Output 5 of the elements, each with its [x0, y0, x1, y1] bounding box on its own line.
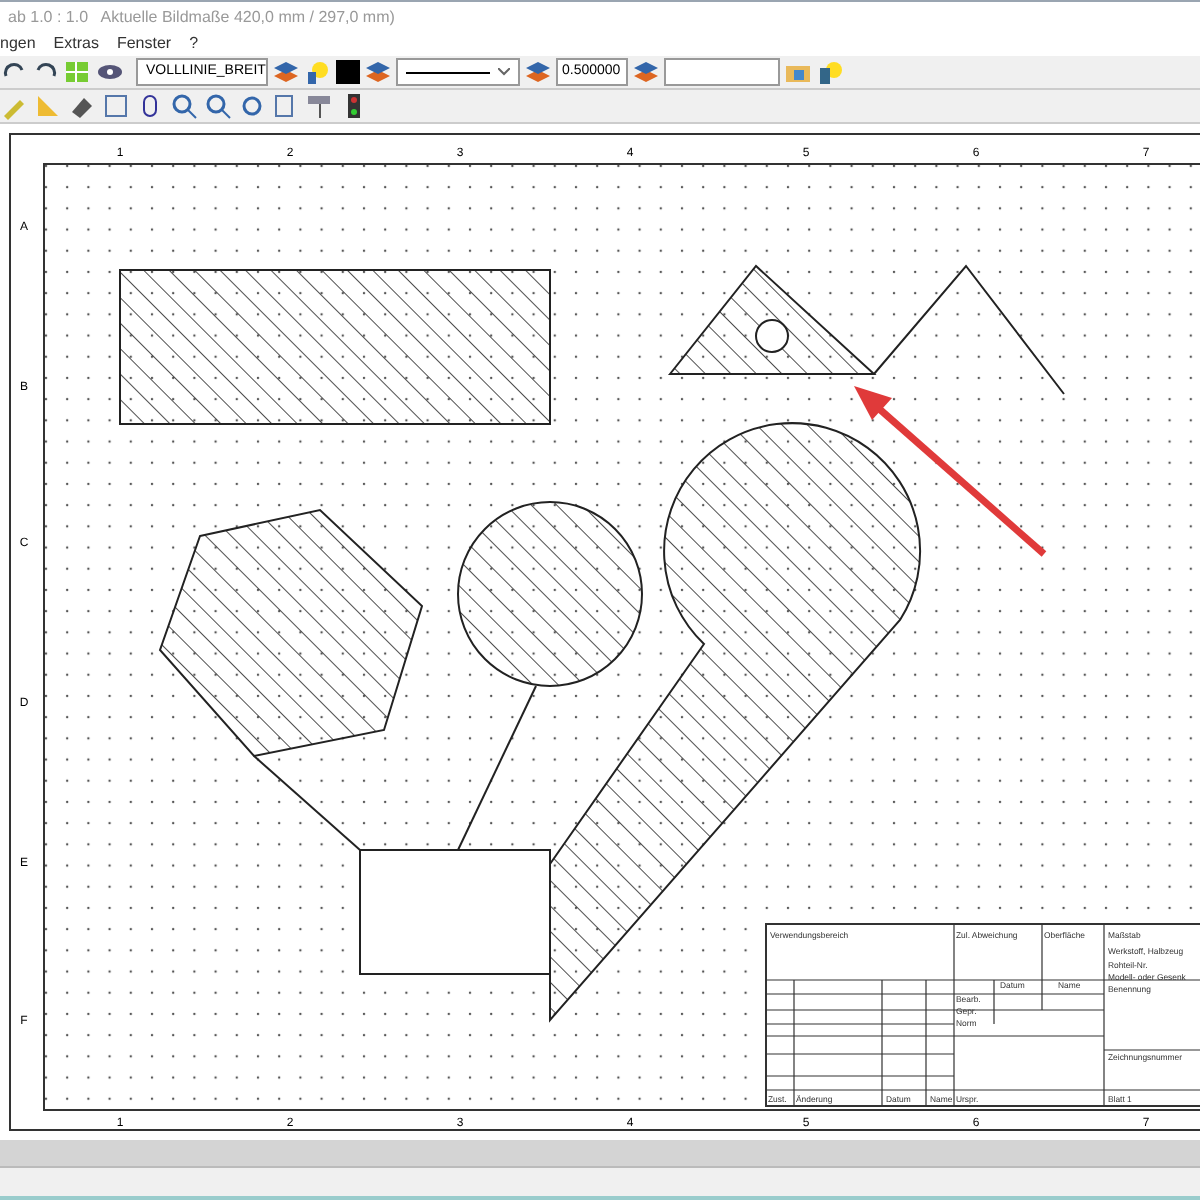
menu-item[interactable]: ngen [0, 32, 36, 56]
menu-item[interactable]: Extras [53, 32, 99, 56]
menu-item[interactable]: ? [189, 32, 199, 56]
window-title: ab 1.0 : 1.0 Aktuelle Bildmaße 420,0 mm / 297,0 mm) [8, 5, 395, 29]
menu-item[interactable]: Fenster [116, 32, 172, 56]
